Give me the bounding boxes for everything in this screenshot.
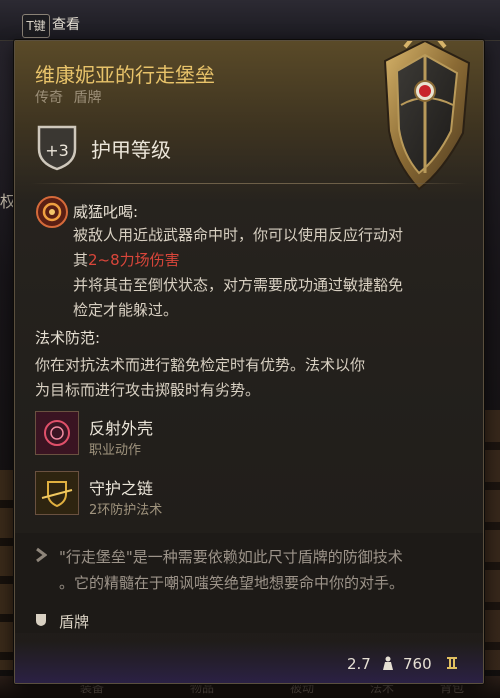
ability-type: 职业动作 (89, 443, 142, 458)
spell-ward-line-2: 为目标而进行攻击掷骰时有劣势。 (35, 381, 261, 399)
item-rarity: 传奇 (35, 90, 63, 106)
flavor-line-1: "行走堡垒"是一种需要依赖如此尺寸盾牌的防御技术 (59, 548, 403, 566)
ability-name[interactable]: 守护之链 (89, 475, 153, 499)
damage-text: 2~8力场伤害 (88, 251, 180, 269)
passive-description: 被敌人用近战武器命中时，你可以使用反应行动对 其2~8力场伤害 并将其击至倒伏状… (73, 223, 473, 323)
armour-class-label: 护甲等级 (91, 138, 171, 162)
armour-class-bonus: +3 (45, 141, 69, 160)
quote-icon (36, 547, 47, 563)
passive-line-2-prefix: 其 (73, 251, 89, 269)
ability-name[interactable]: 反射外壳 (89, 415, 153, 439)
intimidating-shout-icon (36, 196, 68, 228)
item-name: 维康妮亚的行走堡垒 (35, 63, 215, 87)
item-tooltip: 维康妮亚的行走堡垒 传奇 盾牌 +3 护甲等级 威猛叱喝: 被敌人用近战武器命中… (14, 40, 484, 684)
inventory-slots-left[interactable] (0, 470, 14, 670)
passive-line-3: 并将其击至倒伏状态，对方需要成功通过敏捷豁免 (73, 276, 404, 294)
passive-line-1: 被敌人用近战武器命中时，你可以使用反应行动对 (73, 226, 404, 244)
flavor-text: "行走堡垒"是一种需要依赖如此尺寸盾牌的防御技术 。它的精髓在于嘲讽嗤笑绝望地想… (59, 544, 469, 596)
item-subtitle: 传奇 盾牌 (35, 87, 107, 107)
item-category: 盾牌 (73, 90, 102, 106)
shield-tag-icon (36, 614, 46, 626)
passive-line-4: 检定才能躲过。 (73, 301, 179, 319)
gold-coin-icon (447, 657, 457, 669)
divider (31, 183, 467, 184)
item-tag: 盾牌 (59, 613, 90, 631)
weight-value: 2.7 (347, 655, 371, 673)
warding-bond-icon[interactable] (35, 471, 79, 515)
weight-icon (383, 656, 393, 670)
flavor-line-2: 。它的精髓在于嘲讽嗤笑绝望地想要命中你的对手。 (59, 574, 405, 592)
shield-item-icon (383, 41, 471, 191)
passive-title: 威猛叱喝: (73, 203, 139, 221)
ability-type: 2环防护法术 (89, 503, 163, 518)
spell-ward-line-1: 你在对抗法术而进行豁免检定时有优势。法术以你 (35, 356, 366, 374)
price-value: 760 (403, 655, 432, 673)
hotkey-badge: T键 (22, 14, 50, 38)
passive-line-2: 其2~8力场伤害 (73, 248, 473, 273)
spell-ward-description: 你在对抗法术而进行豁免检定时有优势。法术以你 为目标而进行攻击掷骰时有劣势。 (35, 353, 475, 403)
view-button[interactable]: 查看 (52, 14, 80, 36)
reflect-shell-icon[interactable] (35, 411, 79, 455)
spell-ward-title: 法术防范: (35, 329, 101, 347)
